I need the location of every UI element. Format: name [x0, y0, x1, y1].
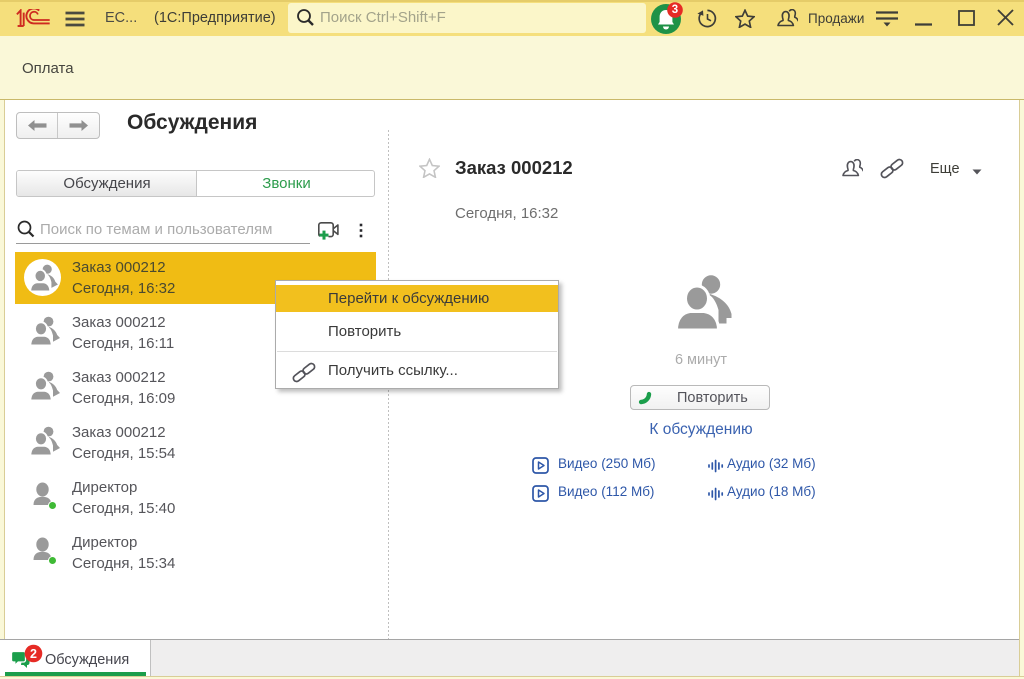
svg-text:2: 2 — [30, 647, 37, 661]
svg-text:3: 3 — [672, 4, 678, 16]
